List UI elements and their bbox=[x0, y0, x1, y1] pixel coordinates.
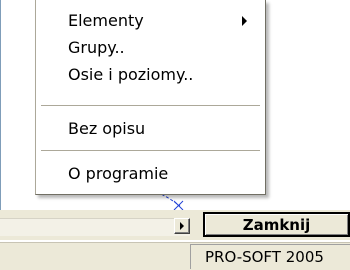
context-menu: Elementy Grupy.. Osie i poziomy.. Bez op… bbox=[35, 0, 266, 195]
scroll-right-button[interactable] bbox=[174, 218, 190, 234]
menu-item-label: O programie bbox=[68, 164, 169, 183]
menu-item-o-programie[interactable]: O programie bbox=[36, 161, 265, 187]
menu-item-label: Elementy bbox=[68, 11, 144, 30]
menu-item-label: Grupy.. bbox=[68, 38, 125, 57]
chevron-right-icon bbox=[242, 16, 247, 26]
menu-item-bez-opisu[interactable]: Bez opisu bbox=[36, 116, 265, 142]
close-button[interactable]: Zamknij bbox=[203, 212, 350, 237]
menu-item-label: Osie i poziomy.. bbox=[68, 65, 194, 84]
menu-item-osie-i-poziomy[interactable]: Osie i poziomy.. bbox=[36, 62, 265, 88]
scroll-right-arrow-icon bbox=[180, 222, 184, 230]
menu-item-grupy[interactable]: Grupy.. bbox=[36, 35, 265, 61]
menu-item-label: Bez opisu bbox=[68, 119, 146, 138]
status-text: PRO-SOFT 2005 bbox=[190, 244, 350, 269]
horizontal-scrollbar[interactable] bbox=[0, 218, 190, 236]
canvas-left-border bbox=[0, 0, 1, 210]
menu-separator bbox=[41, 105, 260, 106]
menu-item-elementy[interactable]: Elementy bbox=[36, 8, 265, 34]
menu-separator bbox=[41, 150, 260, 151]
